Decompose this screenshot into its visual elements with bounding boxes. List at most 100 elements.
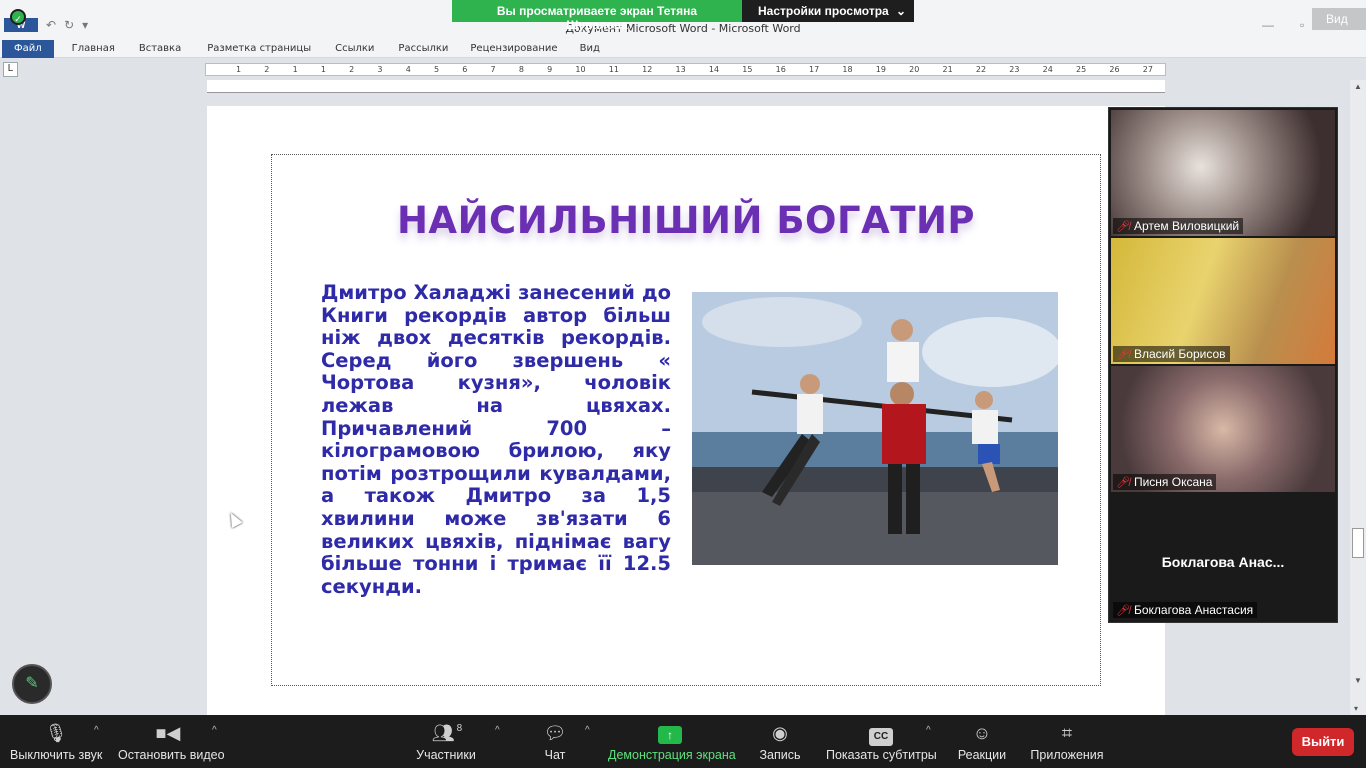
tab-home[interactable]: Главная: [63, 43, 124, 54]
ruler-tick-label: 17: [809, 65, 820, 74]
view-button[interactable]: Вид: [1312, 8, 1366, 30]
mic-muted-icon: 🎤︎̸: [1116, 348, 1130, 361]
mic-muted-icon: 🎤︎̸: [1116, 604, 1130, 617]
pencil-icon: ✎: [25, 675, 39, 692]
participant-name: Боклагова Анастасия: [1133, 603, 1254, 617]
tab-file[interactable]: Файл: [2, 39, 54, 58]
record-label: Запись: [759, 748, 801, 762]
tab-review[interactable]: Рецензирование: [461, 43, 566, 54]
view-button-label: Вид: [1326, 12, 1348, 26]
audio-options-chevron-icon[interactable]: ^: [94, 725, 99, 736]
reactions-button[interactable]: ☺ Реакции: [956, 720, 1008, 762]
participant-name-tag: 🎤︎̸ Артем Виловицкий: [1113, 218, 1244, 234]
ruler-tick-label: 4: [405, 65, 411, 74]
tab-selector[interactable]: L: [3, 62, 18, 77]
ruler-tick-label: 1: [292, 65, 298, 74]
ruler-tick-label: 26: [1109, 65, 1120, 74]
reactions-smiley-icon: ☺: [972, 723, 992, 743]
apps-label: Приложения: [1030, 748, 1104, 762]
participant-name: Артем Виловицкий: [1133, 219, 1240, 233]
ruler-tick-label: 21: [942, 65, 953, 74]
horizontal-ruler[interactable]: 1 2 1 1 2 3 4 5 6 7 8 9 10 11 12 13 14 15 16 17 18 19 20 21 22 23…: [205, 63, 1166, 76]
participants-count: 8: [456, 723, 463, 734]
share-screen-icon: ↑: [658, 726, 682, 744]
ruler-tick-label: 19: [875, 65, 886, 74]
ruler-tick-label: 25: [1076, 65, 1087, 74]
ruler-tick-label: 2: [264, 65, 270, 74]
participant-name: Власий Борисов: [1133, 347, 1226, 361]
chat-button[interactable]: 💬︎ Чат: [540, 720, 570, 762]
scroll-up-icon[interactable]: ▲: [1354, 82, 1362, 91]
mute-label: Выключить звук: [10, 748, 103, 762]
ruler-tick-label: 18: [842, 65, 853, 74]
ribbon-tabs: Файл Главная Вставка Разметка страницы С…: [0, 39, 1366, 58]
view-options-button[interactable]: Настройки просмотра ⌄: [742, 0, 914, 22]
previous-page-bottom: [207, 80, 1165, 93]
closed-captions-icon: CC: [869, 728, 893, 746]
video-camera-icon: ■◀: [155, 723, 181, 743]
video-options-chevron-icon[interactable]: ^: [212, 725, 217, 736]
maximize-icon[interactable]: ▫: [1300, 18, 1304, 32]
minimize-icon[interactable]: —: [1262, 18, 1274, 32]
chevron-down-icon: ⌄: [895, 4, 906, 18]
participant-tile[interactable]: Боклагова Анас... 🎤︎̸ Боклагова Анастаси…: [1111, 494, 1335, 620]
tab-page-layout[interactable]: Разметка страницы: [198, 43, 320, 54]
scroll-down-icon[interactable]: ▼: [1354, 676, 1362, 685]
ruler-tick-label: 6: [462, 65, 468, 74]
microphone-icon: 🎙︎: [44, 723, 68, 743]
ruler-tick-label: 9: [547, 65, 553, 74]
ruler-tick-label: 23: [1009, 65, 1020, 74]
record-button[interactable]: ◉ Запись: [756, 720, 804, 762]
ruler-tick-label: 7: [490, 65, 496, 74]
participant-gallery[interactable]: 🎤︎̸ Артем Виловицкий 🎤︎̸ Власий Борисов …: [1108, 107, 1338, 623]
participants-options-chevron-icon[interactable]: ^: [495, 725, 500, 736]
tab-mailings[interactable]: Рассылки: [389, 43, 457, 54]
scroll-thumb[interactable]: [1352, 528, 1364, 558]
participant-tile[interactable]: 🎤︎̸ Власий Борисов: [1111, 238, 1335, 364]
record-icon: ◉: [772, 723, 788, 743]
ruler-tick-label: 22: [975, 65, 987, 74]
ruler-tick-label: 12: [642, 65, 653, 74]
ruler-tick-label: 24: [1042, 65, 1053, 74]
page-down-icon[interactable]: ▾: [1354, 704, 1358, 713]
participant-tile[interactable]: 🎤︎̸ Артем Виловицкий: [1111, 110, 1335, 236]
chat-options-chevron-icon[interactable]: ^: [585, 725, 590, 736]
participant-name-tag: 🎤︎̸ Власий Борисов: [1113, 346, 1230, 362]
slide-title: НАЙСИЛЬНІШИЙ БОГАТИР: [396, 199, 976, 242]
stop-video-button[interactable]: ■◀ Остановить видео: [118, 720, 225, 762]
chat-icon: 💬︎: [543, 723, 567, 743]
captions-options-chevron-icon[interactable]: ^: [926, 725, 931, 736]
chat-label: Чат: [544, 748, 566, 762]
ruler-tick-label: 27: [1142, 65, 1153, 74]
leave-meeting-button[interactable]: Выйти: [1292, 728, 1354, 756]
slide-body-text: Дмитро Халаджі занесений до Книги рекорд…: [321, 281, 671, 598]
tab-references[interactable]: Ссылки: [326, 43, 383, 54]
apps-icon: ⌗: [1061, 723, 1073, 743]
ruler-tick-label: 8: [518, 65, 524, 74]
vertical-scrollbar[interactable]: ▲ ▼ ▾: [1350, 80, 1366, 715]
participants-button[interactable]: 👥︎ 8 Участники: [416, 720, 476, 762]
viewing-screen-text: Вы просматриваете экран Тетяна Шувалова: [452, 0, 742, 32]
participant-name-tag: 🎤︎̸ Писня Оксана: [1113, 474, 1217, 490]
share-screen-label: Демонстрация экрана: [608, 748, 736, 762]
ruler-tick-label: 20: [909, 65, 920, 74]
ruler-tick-label: 2: [349, 65, 355, 74]
ruler-tick-label: 1: [320, 65, 326, 74]
slide-textbox[interactable]: НАЙСИЛЬНІШИЙ БОГАТИР Дмитро Халаджі зане…: [271, 154, 1101, 686]
tab-insert[interactable]: Вставка: [130, 43, 190, 54]
apps-button[interactable]: ⌗ Приложения: [1028, 720, 1106, 762]
security-shield-icon[interactable]: ✓: [10, 9, 26, 25]
mic-muted-icon: 🎤︎̸: [1116, 220, 1130, 233]
captions-button[interactable]: CC Показать субтитры: [826, 720, 937, 762]
reactions-label: Реакции: [957, 748, 1007, 762]
meeting-toolbar: 🎙︎ Выключить звук ^ ■◀ Остановить видео …: [0, 715, 1366, 768]
share-screen-button[interactable]: ↑ Демонстрация экрана: [608, 720, 736, 762]
annotate-pencil-button[interactable]: ✎: [12, 664, 52, 704]
participant-name: Писня Оксана: [1133, 475, 1213, 489]
tab-view[interactable]: Вид: [571, 43, 609, 54]
window-title: Документ Microsoft Word - Microsoft Word: [565, 22, 801, 35]
strongman-photo-graphic: [692, 292, 1058, 565]
participant-tile[interactable]: 🎤︎̸ Писня Оксана: [1111, 366, 1335, 492]
mute-button[interactable]: 🎙︎ Выключить звук: [10, 720, 102, 762]
leave-label: Выйти: [1301, 734, 1345, 749]
